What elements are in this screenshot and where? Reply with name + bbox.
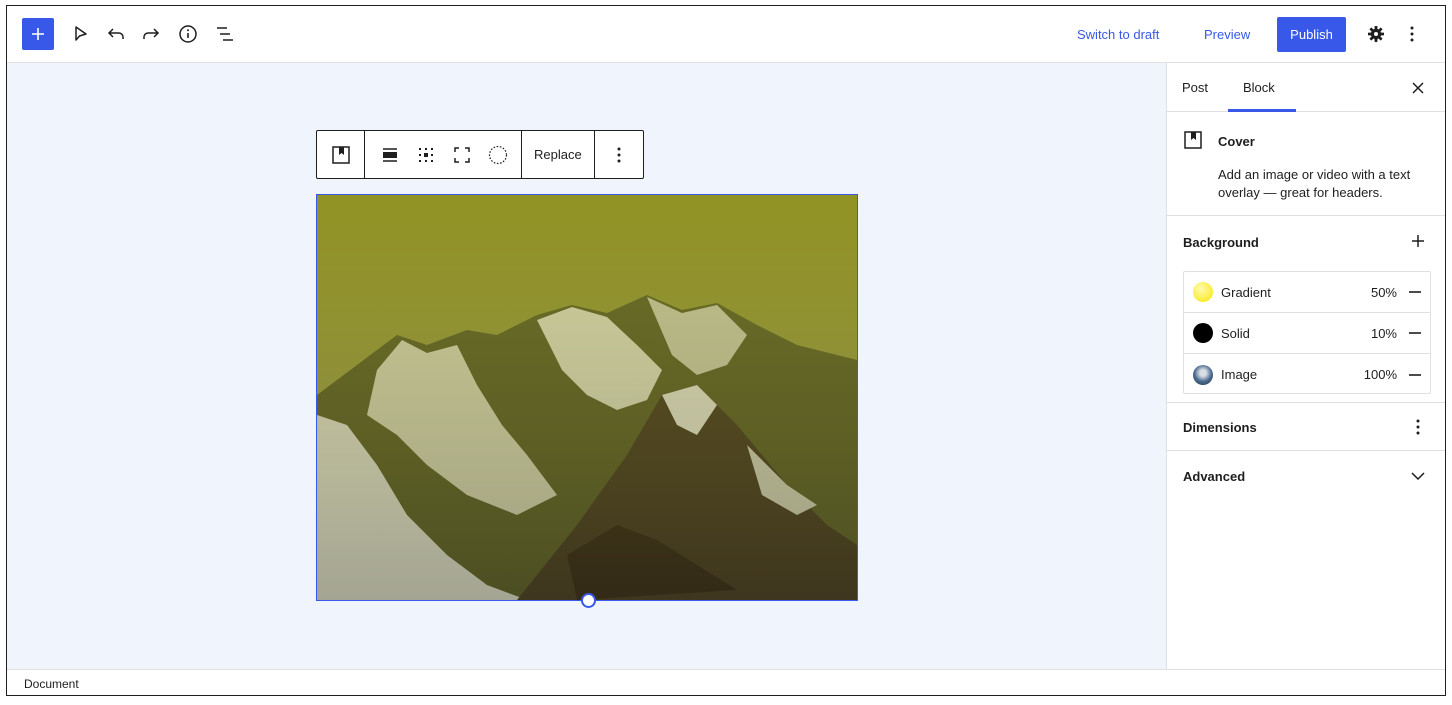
advanced-toggle[interactable] bbox=[1407, 465, 1429, 487]
close-icon bbox=[1412, 82, 1424, 94]
advanced-panel[interactable]: Advanced bbox=[1167, 451, 1445, 500]
layer-opacity: 10% bbox=[1370, 325, 1397, 341]
block-type-group bbox=[317, 131, 365, 178]
replace-button[interactable]: Replace bbox=[522, 131, 594, 178]
tab-block[interactable]: Block bbox=[1243, 63, 1275, 112]
block-toolbar: Replace bbox=[316, 130, 644, 179]
block-options-button[interactable] bbox=[595, 131, 643, 178]
info-icon bbox=[179, 25, 197, 43]
more-options-group bbox=[595, 131, 643, 178]
gradient-swatch bbox=[1193, 282, 1213, 302]
block-inserter-button[interactable] bbox=[22, 18, 54, 50]
background-layer-solid[interactable]: Solid 10% bbox=[1184, 313, 1430, 354]
block-name: Cover bbox=[1218, 134, 1255, 149]
switch-to-draft-button[interactable]: Switch to draft bbox=[1077, 6, 1159, 63]
layer-opacity: 100% bbox=[1363, 367, 1397, 382]
solid-swatch bbox=[1193, 323, 1213, 343]
minus-icon bbox=[1409, 332, 1421, 334]
select-tool-button[interactable] bbox=[69, 22, 93, 46]
sidebar-tabs: Post Block bbox=[1167, 63, 1445, 112]
layer-label: Gradient bbox=[1221, 284, 1271, 300]
cover-resize-handle[interactable] bbox=[581, 593, 596, 608]
chevron-down-icon bbox=[1411, 472, 1425, 480]
more-vertical-icon bbox=[1416, 419, 1420, 435]
gear-icon bbox=[1368, 26, 1384, 42]
details-button[interactable] bbox=[176, 22, 200, 46]
content-position-button[interactable] bbox=[408, 131, 444, 178]
remove-layer-button[interactable] bbox=[1408, 285, 1422, 299]
breadcrumb-document[interactable]: Document bbox=[24, 677, 79, 691]
redo-button[interactable] bbox=[139, 22, 163, 46]
duotone-button[interactable] bbox=[480, 131, 516, 178]
align-button[interactable] bbox=[372, 131, 408, 178]
undo-icon bbox=[107, 28, 124, 39]
block-description: Add an image or video with a text overla… bbox=[1218, 167, 1411, 200]
layer-opacity: 50% bbox=[1370, 284, 1397, 300]
add-background-button[interactable] bbox=[1407, 230, 1429, 252]
image-thumbnail bbox=[1193, 364, 1213, 385]
cover-block-icon bbox=[331, 145, 350, 164]
block-card: Cover Add an image or video with a text … bbox=[1167, 112, 1445, 216]
layer-label: Solid bbox=[1221, 325, 1250, 341]
tab-post[interactable]: Post bbox=[1182, 63, 1208, 112]
layer-label: Image bbox=[1221, 367, 1258, 382]
options-menu-button[interactable] bbox=[1400, 22, 1424, 46]
list-view-button[interactable] bbox=[213, 22, 237, 46]
editor-header: Switch to draft Preview Publish bbox=[7, 6, 1445, 63]
dimensions-title: Dimensions bbox=[1183, 420, 1257, 435]
undo-button[interactable] bbox=[104, 22, 128, 46]
minus-icon bbox=[1409, 291, 1421, 293]
background-title: Background bbox=[1183, 235, 1259, 250]
settings-sidebar: Post Block Cover Add an image or video w… bbox=[1166, 63, 1445, 669]
block-controls-group bbox=[365, 131, 522, 178]
fullscreen-icon bbox=[454, 146, 470, 163]
remove-layer-button[interactable] bbox=[1408, 326, 1422, 340]
pointer-icon bbox=[75, 26, 87, 41]
editor-footer: Document bbox=[7, 669, 1445, 695]
minus-icon bbox=[1409, 373, 1421, 376]
full-height-button[interactable] bbox=[444, 131, 480, 178]
background-layer-gradient[interactable]: Gradient 50% bbox=[1184, 272, 1430, 313]
dimensions-options-button[interactable] bbox=[1407, 416, 1429, 438]
advanced-title: Advanced bbox=[1183, 469, 1246, 484]
background-layer-image[interactable]: Image 100% bbox=[1184, 354, 1430, 395]
mountain-image bbox=[317, 195, 857, 600]
block-type-switcher[interactable] bbox=[317, 131, 364, 178]
position-grid-icon bbox=[419, 147, 433, 162]
settings-button[interactable] bbox=[1364, 22, 1388, 46]
background-layers-list: Gradient 50% Solid 10% Image 100% bbox=[1183, 271, 1431, 394]
editor-canvas[interactable]: Replace bbox=[7, 63, 1166, 669]
more-vertical-icon bbox=[617, 147, 621, 162]
duotone-circle-icon bbox=[488, 145, 508, 164]
plus-icon bbox=[32, 28, 44, 40]
remove-layer-button[interactable] bbox=[1408, 368, 1422, 382]
preview-button[interactable]: Preview bbox=[1204, 6, 1250, 63]
list-view-icon bbox=[217, 27, 233, 41]
publish-button[interactable]: Publish bbox=[1277, 17, 1346, 52]
dimensions-panel[interactable]: Dimensions bbox=[1167, 403, 1445, 451]
cover-block-icon bbox=[1183, 130, 1203, 150]
cover-block[interactable] bbox=[316, 194, 858, 601]
more-vertical-icon bbox=[1410, 26, 1414, 42]
replace-group: Replace bbox=[522, 131, 595, 178]
plus-icon bbox=[1412, 235, 1424, 247]
redo-icon bbox=[143, 28, 160, 39]
editor-window: Switch to draft Preview Publish Replace … bbox=[6, 5, 1446, 696]
align-full-icon bbox=[383, 147, 397, 162]
close-sidebar-button[interactable] bbox=[1407, 77, 1429, 99]
